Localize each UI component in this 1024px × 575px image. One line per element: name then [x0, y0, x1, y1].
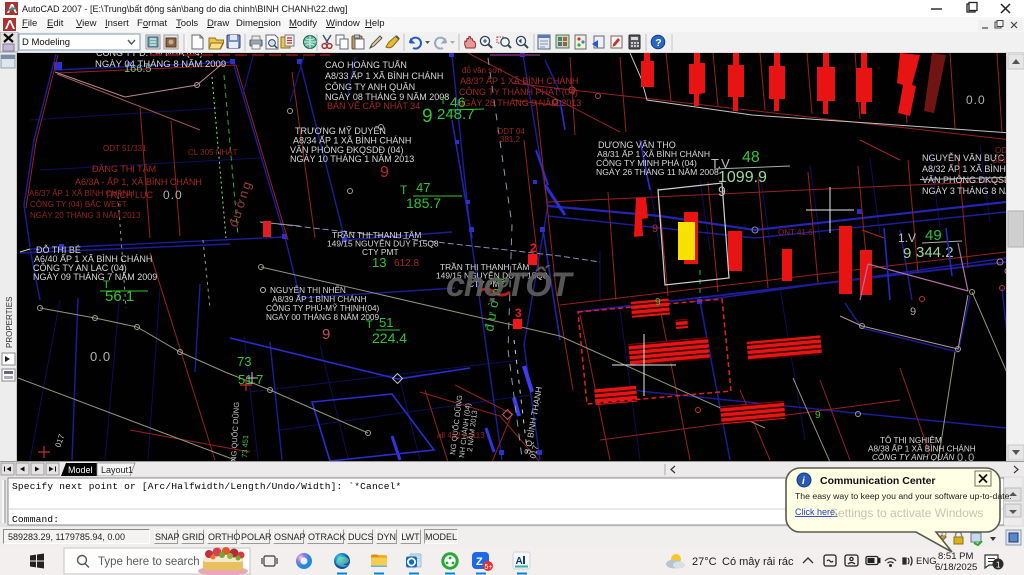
svg-text:A8/32 ẤP 1 XÃ BÌNH CHA: A8/32 ẤP 1 XÃ BÌNH CHA	[922, 164, 1006, 174]
svg-text:381.2: 381.2	[500, 135, 521, 144]
svg-text:A6/3? ẤP 1 XÃ BÌNH CHÁNH: A6/3? ẤP 1 XÃ BÌNH CHÁNH	[29, 188, 134, 198]
svg-text:27°C: 27°C	[692, 556, 717, 568]
svg-text:13: 13	[372, 255, 386, 270]
svg-text:248.7: 248.7	[437, 106, 475, 123]
svg-text:NGÀY 3 THÁNG 8 NĂM 2: NGÀY 3 THÁNG 8 NĂM 2	[922, 186, 1006, 196]
svg-text:9: 9	[903, 245, 911, 262]
svg-text:73: 73	[237, 354, 251, 369]
svg-text:0.0: 0.0	[90, 349, 111, 364]
svg-text:BẢN VẼ CẬP NHẬT 34: BẢN VẼ CẬP NHẬT 34	[327, 100, 420, 111]
svg-text:9: 9	[815, 410, 821, 421]
svg-text:0.0: 0.0	[966, 93, 986, 107]
svg-text:CÔNG TY PHÚ-MỸ THỊNH(04): CÔNG TY PHÚ-MỸ THỊNH(04)	[266, 303, 380, 313]
svg-text:NGÀY 26 THÁNG 11 NĂM 2008: NGÀY 26 THÁNG 11 NĂM 2008	[596, 167, 719, 177]
svg-text:?: ?	[655, 37, 661, 49]
svg-text:49: 49	[925, 227, 942, 244]
svg-text:CÔNG TY THÀNH PHÁT (04): CÔNG TY THÀNH PHÁT (04)	[459, 87, 578, 97]
svg-text:Layout1: Layout1	[101, 465, 133, 475]
svg-text:đỗ văn sơn: đỗ văn sơn	[462, 66, 502, 75]
svg-text:Settings to activate Windows: Settings to activate Windows	[830, 506, 983, 520]
svg-text:CÔNG TY ANH QUÂN: CÔNG TY ANH QUÂN	[325, 82, 415, 92]
svg-text:ENG: ENG	[916, 556, 937, 567]
svg-text:5+: 5+	[485, 564, 493, 571]
svg-text:ĐẶNG THỊ TÂM: ĐẶNG THỊ TÂM	[92, 164, 156, 174]
svg-text:9: 9	[910, 306, 916, 318]
svg-text:ODT: ODT	[995, 146, 1006, 155]
svg-text:56.1: 56.1	[105, 288, 134, 305]
svg-text:9: 9	[322, 326, 330, 343]
svg-text:The easy way to keep you and y: The easy way to keep you and your softwa…	[795, 491, 1012, 501]
svg-text:9: 9	[652, 223, 658, 235]
svg-text:A8/39 ẤP 1 BÌNH CHÁNH: A8/39 ẤP 1 BÌNH CHÁNH	[272, 294, 367, 304]
svg-text:A8/34 ẤP 1 XÃ BÌNH CHÁNH: A8/34 ẤP 1 XÃ BÌNH CHÁNH	[293, 136, 411, 146]
svg-text:TÔ THỊ NGHIÊM: TÔ THỊ NGHIÊM	[880, 435, 942, 445]
svg-text:381.2: 381.2	[993, 156, 1006, 165]
svg-text:CAO HOÀNG TUẤN: CAO HOÀNG TUẤN	[325, 60, 407, 70]
svg-text:Có mây rải rác: Có mây rải rác	[722, 556, 794, 568]
svg-text:Type here to search: Type here to search	[98, 556, 200, 568]
svg-text:9: 9	[655, 297, 661, 308]
svg-text:Z: Z	[476, 556, 483, 568]
svg-text:47: 47	[416, 180, 430, 195]
svg-text:48: 48	[742, 149, 760, 166]
svg-text:A6/3A - ẤP 1, XÃ BÌNH CHÁNH: A6/3A - ẤP 1, XÃ BÌNH CHÁNH	[75, 177, 202, 187]
svg-text:9: 9	[718, 183, 726, 199]
svg-text:chợTỐT: chợTỐT	[446, 265, 575, 304]
svg-text:0.0: 0.0	[957, 452, 975, 461]
svg-text:1.V: 1.V	[898, 231, 916, 245]
svg-text:A8/33 ẤP 1 XÃ BÌNH CHÁNH: A8/33 ẤP 1 XÃ BÌNH CHÁNH	[325, 71, 443, 81]
svg-text:224.4: 224.4	[372, 330, 407, 346]
svg-text:ODT 51/331: ODT 51/331	[103, 144, 147, 153]
svg-text:51: 51	[379, 315, 393, 330]
svg-text:NGÀY 10 THÁNG 1 NĂM 2013: NGÀY 10 THÁNG 1 NĂM 2013	[290, 154, 414, 164]
svg-text:PROPERTIES: PROPERTIES	[5, 297, 14, 348]
svg-text:A8/3? ẤP 1 XÃ BÌNH CHÁNH: A8/3? ẤP 1 XÃ BÌNH CHÁNH	[460, 76, 578, 86]
svg-text:NGÀY 00 THÁNG 8 NĂM 2009: NGÀY 00 THÁNG 8 NĂM 2009	[266, 312, 379, 322]
svg-text:Model: Model	[68, 465, 93, 475]
svg-text:Communication Center: Communication Center	[820, 475, 936, 487]
svg-text:CÔNG TY (04) BẤC WEST: CÔNG TY (04) BẤC WEST	[30, 199, 127, 209]
svg-text:i: i	[802, 476, 805, 487]
svg-text:D Modeling: D Modeling	[22, 37, 70, 48]
svg-text:NGÀY 20 THÁNG 3 NĂM 2013: NGÀY 20 THÁNG 3 NĂM 2013	[30, 211, 141, 220]
svg-text:CÔNG TY ANH QUÂN: CÔNG TY ANH QUÂN	[872, 452, 954, 461]
svg-text:TRƯƠNG MỸ DUYÊN: TRƯƠNG MỸ DUYÊN	[295, 126, 386, 136]
svg-text:612.8: 612.8	[394, 258, 419, 269]
svg-text:VĂN PHÒNG ĐKQSDĐ (Đ: VĂN PHÒNG ĐKQSDĐ (Đ	[922, 175, 1006, 185]
svg-text:CL 305 NHẬT: CL 305 NHẬT	[188, 148, 238, 157]
svg-text:ONT 41.6: ONT 41.6	[778, 228, 813, 237]
svg-text:9: 9	[380, 164, 389, 181]
svg-text:166.5: 166.5	[124, 63, 152, 75]
svg-text:NGÀY 28 THÁNG 9 NĂM 2013: NGÀY 28 THÁNG 9 NĂM 2013	[457, 98, 581, 108]
svg-text:6/18/2025: 6/18/2025	[935, 562, 977, 573]
svg-text:0.0: 0.0	[163, 188, 183, 202]
svg-text:NGÀY 09 THÁNG 7 NĂM 2009: NGÀY 09 THÁNG 7 NĂM 2009	[33, 272, 157, 282]
svg-text:all 412 L=113: all 412 L=113	[437, 431, 485, 440]
svg-text:NGÀY 04 THÁNG 8 NĂM 2009: NGÀY 04 THÁNG 8 NĂM 2009	[95, 59, 226, 70]
svg-text:3: 3	[515, 306, 522, 320]
svg-text:73 451: 73 451	[240, 435, 250, 458]
svg-text:A: A	[516, 556, 523, 567]
svg-text:9: 9	[422, 106, 433, 127]
svg-text:1: 1	[996, 561, 1001, 570]
svg-text:2: 2	[530, 241, 537, 255]
svg-text:185.7: 185.7	[406, 195, 441, 211]
svg-text:NGUYỄN THỊ NHẼN: NGUYỄN THỊ NHẼN	[270, 284, 346, 295]
